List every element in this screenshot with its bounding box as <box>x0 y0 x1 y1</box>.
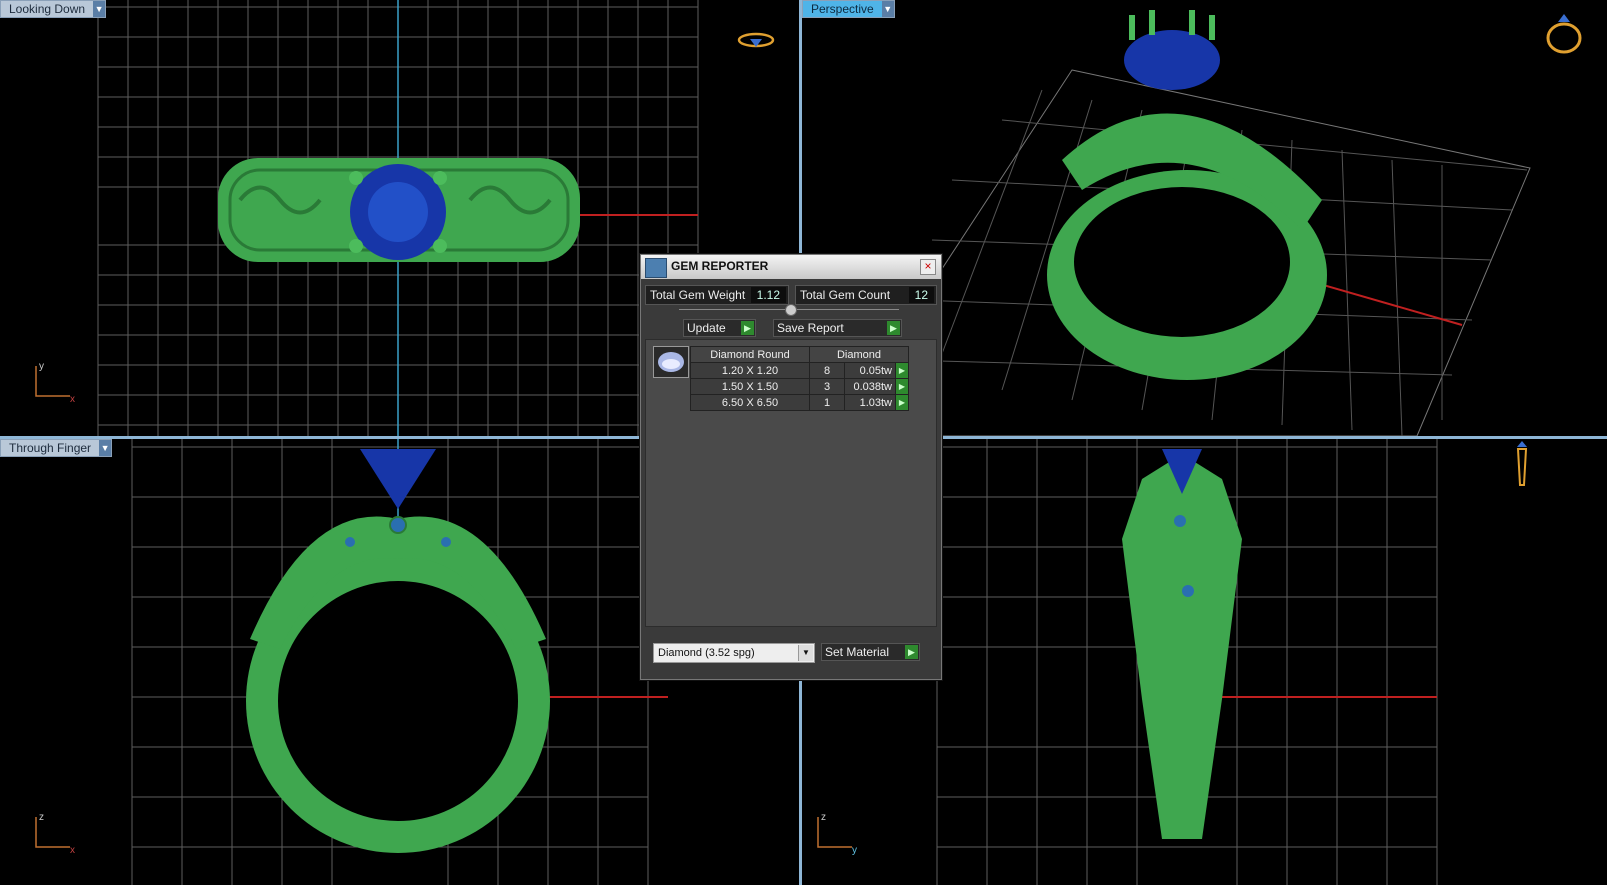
gem-weight: 0.05tw <box>844 362 896 379</box>
svg-text:z: z <box>821 812 826 823</box>
gem-count: 8 <box>809 362 845 379</box>
svg-text:y: y <box>852 845 857 856</box>
gem-count: 1 <box>809 394 845 411</box>
axis-triad-icon: z x <box>35 812 75 856</box>
viewport-label-text: Perspective <box>811 2 874 16</box>
column-header-material: Diamond <box>809 346 909 363</box>
gem-weight: 0.038tw <box>844 378 896 395</box>
gem-weight: 1.03tw <box>844 394 896 411</box>
svg-text:y: y <box>39 361 44 372</box>
select-row-arrow-icon[interactable]: ▶ <box>895 362 909 379</box>
update-button-label: Update <box>687 321 726 335</box>
chevron-down-icon[interactable]: ▼ <box>99 440 112 456</box>
chevron-down-icon[interactable]: ▼ <box>798 645 813 661</box>
view-ring-icon <box>1546 14 1582 54</box>
total-gem-count: Total Gem Count 12 <box>795 285 937 305</box>
total-gem-count-label: Total Gem Count <box>800 288 891 302</box>
gem-reporter-title: GEM REPORTER <box>671 259 769 273</box>
total-gem-weight-label: Total Gem Weight <box>650 288 746 302</box>
select-row-arrow-icon[interactable]: ▶ <box>895 378 909 395</box>
view-ring-icon <box>737 32 775 48</box>
axis-triad-icon: y x <box>35 361 75 405</box>
material-select-value: Diamond (3.52 spg) <box>658 647 755 659</box>
collapse-toggle[interactable] <box>785 304 797 316</box>
update-button[interactable]: Update ▶ <box>683 319 756 337</box>
gem-table-header: Diamond Round Diamond <box>690 346 909 363</box>
set-material-button[interactable]: Set Material ▶ <box>821 643 920 661</box>
gem-size: 1.50 X 1.50 <box>690 378 810 395</box>
svg-text:x: x <box>70 845 75 856</box>
gem-reporter-panel: GEM REPORTER × Total Gem Weight 1.12 Tot… <box>640 254 942 680</box>
svg-text:x: x <box>70 394 75 405</box>
material-select[interactable]: Diamond (3.52 spg) ▼ <box>653 643 815 663</box>
gem-thumbnail[interactable] <box>653 346 689 378</box>
gem-reporter-app-icon <box>645 258 667 278</box>
select-row-arrow-icon[interactable]: ▶ <box>895 394 909 411</box>
total-gem-weight: Total Gem Weight 1.12 <box>645 285 789 305</box>
round-gem-icon <box>658 352 684 372</box>
svg-text:z: z <box>39 812 44 823</box>
play-arrow-icon: ▶ <box>887 321 900 335</box>
ring-side-view <box>1122 449 1242 839</box>
viewport-label-text: Through Finger <box>9 441 92 455</box>
viewport-label-looking-down[interactable]: Looking Down ▼ <box>0 0 107 18</box>
play-arrow-icon: ▶ <box>905 645 918 659</box>
play-arrow-icon: ▶ <box>741 321 754 335</box>
save-report-button[interactable]: Save Report ▶ <box>773 319 902 337</box>
save-report-button-label: Save Report <box>777 321 844 335</box>
table-row[interactable]: 6.50 X 6.50 1 1.03tw ▶ <box>690 394 909 411</box>
axis-triad-icon: z y <box>817 812 857 856</box>
ring-top-view <box>218 158 580 262</box>
close-icon[interactable]: × <box>920 259 936 275</box>
gem-size: 1.20 X 1.20 <box>690 362 810 379</box>
table-row[interactable]: 1.20 X 1.20 8 0.05tw ▶ <box>690 362 909 379</box>
chevron-down-icon[interactable]: ▼ <box>93 1 106 17</box>
viewport-label-text: Looking Down <box>9 2 86 16</box>
column-header-shape: Diamond Round <box>690 346 810 363</box>
set-material-button-label: Set Material <box>825 645 890 659</box>
chevron-down-icon[interactable]: ▼ <box>881 1 894 17</box>
gem-reporter-titlebar[interactable]: GEM REPORTER × <box>641 255 941 279</box>
table-row[interactable]: 1.50 X 1.50 3 0.038tw ▶ <box>690 378 909 395</box>
gem-table: Diamond Round Diamond 1.20 X 1.20 8 0.05… <box>690 346 909 411</box>
viewport-label-through-finger[interactable]: Through Finger ▼ <box>0 439 113 457</box>
total-gem-count-value: 12 <box>908 287 934 303</box>
gem-report-area: Diamond Round Diamond 1.20 X 1.20 8 0.05… <box>645 339 937 627</box>
viewport-label-perspective[interactable]: Perspective ▼ <box>802 0 895 18</box>
gem-count: 3 <box>809 378 845 395</box>
view-ring-icon <box>1516 441 1528 486</box>
gem-size: 6.50 X 6.50 <box>690 394 810 411</box>
total-gem-weight-value: 1.12 <box>750 287 786 303</box>
